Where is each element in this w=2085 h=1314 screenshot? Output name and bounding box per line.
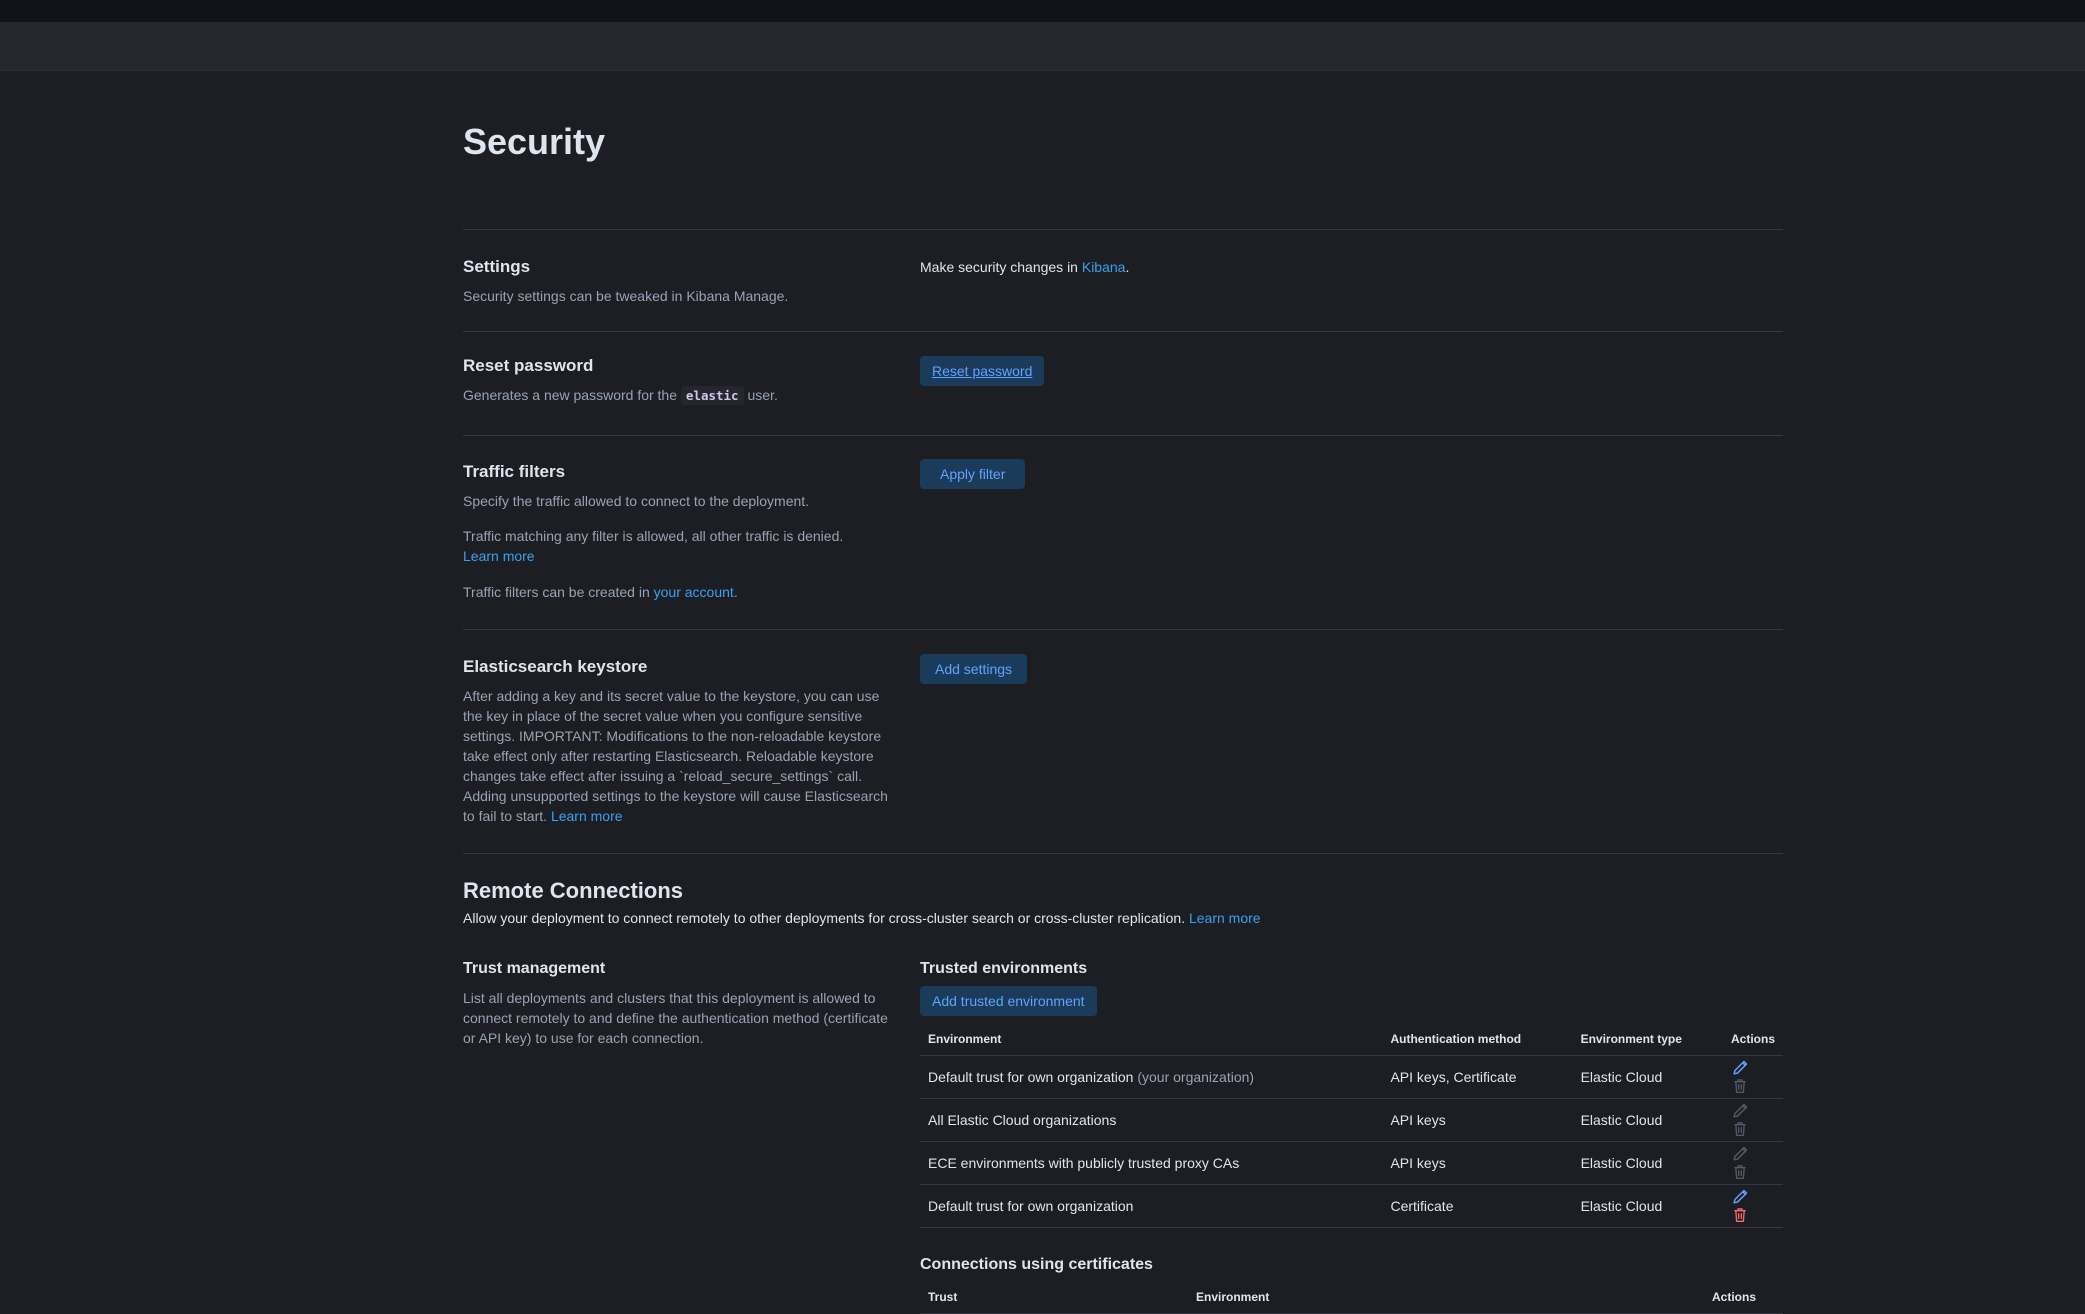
trusted-environments-rows: Default trust for own organization (your…	[920, 1055, 1783, 1228]
cell-environment-type: Elastic Cloud	[1572, 1098, 1723, 1142]
remote-connections-section: Remote Connections Allow your deployment…	[463, 854, 1783, 926]
add-trusted-environment-button[interactable]: Add trusted environment	[920, 986, 1097, 1016]
cell-auth-method: API keys	[1382, 1141, 1573, 1185]
trusted-environments-table: Environment Authentication method Enviro…	[920, 1022, 1783, 1228]
traffic-filters-account-prefix: Traffic filters can be created in	[463, 584, 654, 600]
reset-password-desc-prefix: Generates a new password for the	[463, 387, 681, 403]
trash-icon	[1731, 1120, 1749, 1138]
cell-actions	[1722, 1141, 1783, 1185]
reset-password-desc-suffix: user.	[743, 387, 778, 403]
remote-connections-desc-text: Allow your deployment to connect remotel…	[463, 910, 1186, 926]
cell-actions	[1722, 1055, 1783, 1099]
cell-environment: Default trust for own organization	[920, 1184, 1383, 1228]
trash-icon	[1731, 1163, 1749, 1181]
column-trust[interactable]: Trust	[920, 1280, 1188, 1314]
trusted-environments-title: Trusted environments	[920, 960, 1088, 977]
pencil-icon	[1731, 1145, 1749, 1163]
remote-connections-title: Remote Connections	[463, 878, 684, 903]
trash-icon[interactable]	[1731, 1206, 1749, 1224]
page-title: Security	[463, 121, 606, 162]
environment-note: (your organization)	[1137, 1069, 1255, 1085]
column-actions: Actions	[1704, 1280, 1783, 1314]
reset-password-section: Reset password Generates a new password …	[463, 332, 1783, 435]
settings-section: Settings Security settings can be tweake…	[463, 230, 1783, 331]
your-account-link[interactable]: your account	[654, 584, 734, 600]
connections-using-certificates-title: Connections using certificates	[920, 1256, 1153, 1273]
security-page: Security Settings Security settings can …	[463, 71, 1783, 1314]
table-row: Default trust for own organization (your…	[920, 1055, 1783, 1099]
traffic-filters-title: Traffic filters	[463, 462, 566, 481]
environment-name: ECE environments with publicly trusted p…	[928, 1155, 1240, 1171]
keystore-section: Elasticsearch keystore After adding a ke…	[463, 630, 1783, 853]
settings-kibana-text: Make security changes in Kibana.	[920, 259, 1783, 275]
cell-auth-method: API keys, Certificate	[1382, 1055, 1573, 1099]
traffic-filters-account-suffix: .	[733, 584, 738, 600]
table-row: All Elastic Cloud organizations API keys E…	[920, 1098, 1783, 1142]
table-row: ECE environments with publicly trusted p…	[920, 1141, 1783, 1185]
remote-learn-more-link[interactable]: Learn more	[1189, 910, 1261, 926]
pencil-icon[interactable]	[1731, 1188, 1749, 1206]
traffic-filters-section: Traffic filters Specify the traffic allo…	[463, 436, 1783, 629]
kibana-link[interactable]: Kibana	[1082, 259, 1126, 275]
trust-management-description: List all deployments and clusters that t…	[463, 990, 888, 1046]
keystore-title: Elasticsearch keystore	[463, 657, 648, 676]
pencil-icon	[1731, 1102, 1749, 1120]
add-settings-button[interactable]: Add settings	[920, 654, 1028, 684]
cell-environment-type: Elastic Cloud	[1572, 1055, 1723, 1099]
cell-auth-method: API keys	[1382, 1098, 1573, 1142]
settings-title: Settings	[463, 257, 531, 276]
environment-name: All Elastic Cloud organizations	[928, 1112, 1117, 1128]
cell-environment-type: Elastic Cloud	[1572, 1184, 1723, 1228]
cell-environment: Default trust for own organization (your…	[920, 1055, 1383, 1099]
column-environment-type[interactable]: Environment type	[1572, 1022, 1723, 1056]
remote-connections-description: Allow your deployment to connect remotel…	[463, 910, 1783, 926]
environment-name: Default trust for own organization	[928, 1069, 1134, 1085]
table-row: Default trust for own organization Certif…	[920, 1184, 1783, 1228]
cell-auth-method: Certificate	[1382, 1184, 1573, 1228]
cell-actions	[1722, 1098, 1783, 1142]
reset-password-button[interactable]: Reset password	[920, 356, 1045, 386]
column-auth-method[interactable]: Authentication method	[1382, 1022, 1573, 1056]
breadcrumb-bar	[0, 22, 2085, 71]
cell-environment: ECE environments with publicly trusted p…	[920, 1141, 1383, 1185]
cell-environment-type: Elastic Cloud	[1572, 1141, 1723, 1185]
column-environment[interactable]: Environment	[1188, 1280, 1704, 1314]
column-environment[interactable]: Environment	[920, 1022, 1383, 1056]
apply-filter-button[interactable]: Apply filter	[920, 459, 1026, 489]
traffic-filters-learn-more-link[interactable]: Learn more	[463, 548, 535, 564]
reset-password-title: Reset password	[463, 356, 594, 375]
pencil-icon[interactable]	[1731, 1059, 1749, 1077]
settings-kibana-prefix: Make security changes in	[920, 259, 1082, 275]
cell-environment: All Elastic Cloud organizations	[920, 1098, 1383, 1142]
environment-name: Default trust for own organization	[928, 1198, 1134, 1214]
elastic-user-code: elastic	[680, 386, 744, 405]
column-actions: Actions	[1722, 1022, 1783, 1056]
certificate-connections-table: Trust Environment Actions	[920, 1280, 1783, 1314]
trust-management-title: Trust management	[463, 960, 606, 977]
keystore-description-text: After adding a key and its secret value …	[463, 688, 888, 824]
traffic-filters-matching-label: Traffic matching any filter is allowed, …	[463, 528, 844, 544]
settings-description: Security settings can be tweaked in Kiba…	[463, 288, 789, 304]
keystore-description: After adding a key and its secret value …	[463, 686, 895, 826]
reset-password-description: Generates a new password for the elastic…	[463, 385, 895, 406]
settings-kibana-suffix: .	[1125, 259, 1130, 275]
trash-icon	[1731, 1077, 1749, 1095]
table-header-row: Trust Environment Actions	[920, 1280, 1783, 1314]
traffic-filters-account-text: Traffic filters can be created in your a…	[463, 582, 895, 602]
traffic-filters-description: Specify the traffic allowed to connect t…	[463, 493, 810, 509]
traffic-filters-matching-text: Traffic matching any filter is allowed, …	[463, 526, 895, 566]
cell-actions	[1722, 1184, 1783, 1228]
keystore-learn-more-link[interactable]: Learn more	[551, 808, 623, 824]
table-header-row: Environment Authentication method Enviro…	[920, 1022, 1783, 1056]
top-header-bar	[0, 0, 2085, 22]
trust-management-section: Trust management List all deployments an…	[463, 926, 1783, 1314]
